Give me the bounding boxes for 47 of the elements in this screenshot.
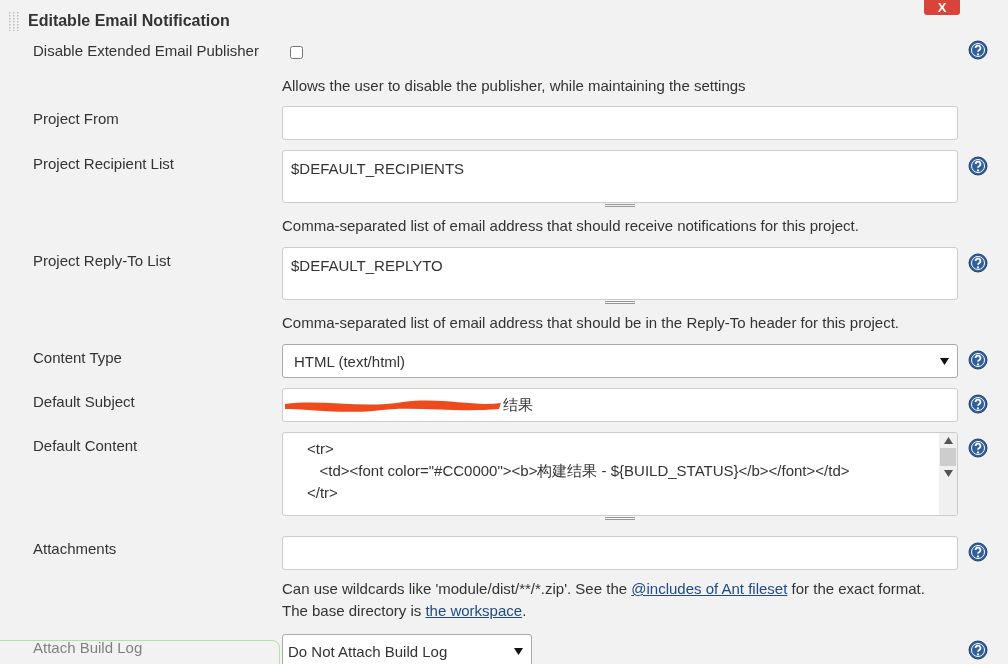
code-line: <tr> — [307, 439, 335, 459]
select-dropdown[interactable]: HTML (text/html) — [282, 344, 958, 378]
field-label: Project Recipient List — [33, 154, 174, 172]
help-text: Comma-separated list of email address that should be in the Reply-To header for this project. — [282, 314, 899, 331]
text-field[interactable]: 结果 — [282, 388, 958, 422]
field-label: Default Subject — [33, 392, 135, 410]
scroll-up-icon[interactable] — [943, 437, 953, 444]
scrollbar-thumb[interactable] — [940, 448, 956, 466]
resize-handle[interactable] — [605, 517, 635, 520]
dropdown-caret-icon — [514, 647, 523, 655]
resize-handle[interactable] — [605, 301, 635, 304]
help-icon[interactable] — [968, 394, 988, 414]
resize-handle[interactable] — [605, 204, 635, 207]
field-label: Project From — [33, 109, 119, 127]
checkbox[interactable] — [290, 46, 303, 59]
help-icon[interactable] — [968, 253, 988, 273]
dropdown-caret-icon — [940, 357, 949, 365]
section-title: Editable Email Notification — [28, 12, 230, 30]
field-label: Project Reply-To List — [33, 251, 171, 269]
help-icon[interactable] — [968, 40, 988, 60]
link[interactable]: @includes of Ant fileset — [631, 580, 788, 597]
field-label: Disable Extended Email Publisher — [33, 42, 259, 59]
help-text: Can use wildcards like 'module/dist/**/*.zip'. See the @includes of Ant fileset for the exact format. — [282, 579, 926, 599]
code-line: <td><font color="#CC0000"><b>构建结果 - ${BUILD_STATUS}</b></font></td> — [318, 461, 851, 481]
help-icon[interactable] — [968, 542, 988, 562]
help-icon[interactable] — [968, 640, 988, 660]
field-label: Default Content — [33, 436, 138, 454]
code-line: </tr> — [307, 483, 339, 503]
help-icon[interactable] — [968, 156, 988, 176]
field-label: Content Type — [33, 348, 122, 366]
code-editor[interactable]: <tr> <td><font color="#CC0000"><b>构建结果 - ${BUILD_STATUS}</b></font></td> </tr> — [282, 432, 958, 516]
help-icon[interactable] — [968, 350, 988, 370]
link[interactable]: the workspace — [425, 602, 523, 619]
text-area[interactable]: $DEFAULT_REPLYTO — [282, 247, 958, 300]
help-text: Allows the user to disable the publisher, while maintaining the settings — [282, 77, 746, 94]
delete-button[interactable]: X — [924, 0, 960, 15]
text-area[interactable]: $DEFAULT_RECIPIENTS — [282, 150, 958, 203]
help-icon[interactable] — [968, 438, 988, 458]
field-label: Attach Build Log — [33, 638, 143, 656]
field-label: Attachments — [33, 539, 117, 557]
drag-handle-icon[interactable] — [8, 11, 20, 31]
text-field[interactable] — [282, 536, 958, 570]
help-text: Comma-separated list of email address that should receive notifications for this project. — [282, 217, 859, 234]
scroll-down-icon[interactable] — [943, 470, 953, 477]
help-text: The base directory is the workspace. — [282, 601, 528, 621]
text-field[interactable] — [282, 106, 958, 140]
select-dropdown[interactable]: Do Not Attach Build Log — [282, 634, 532, 664]
